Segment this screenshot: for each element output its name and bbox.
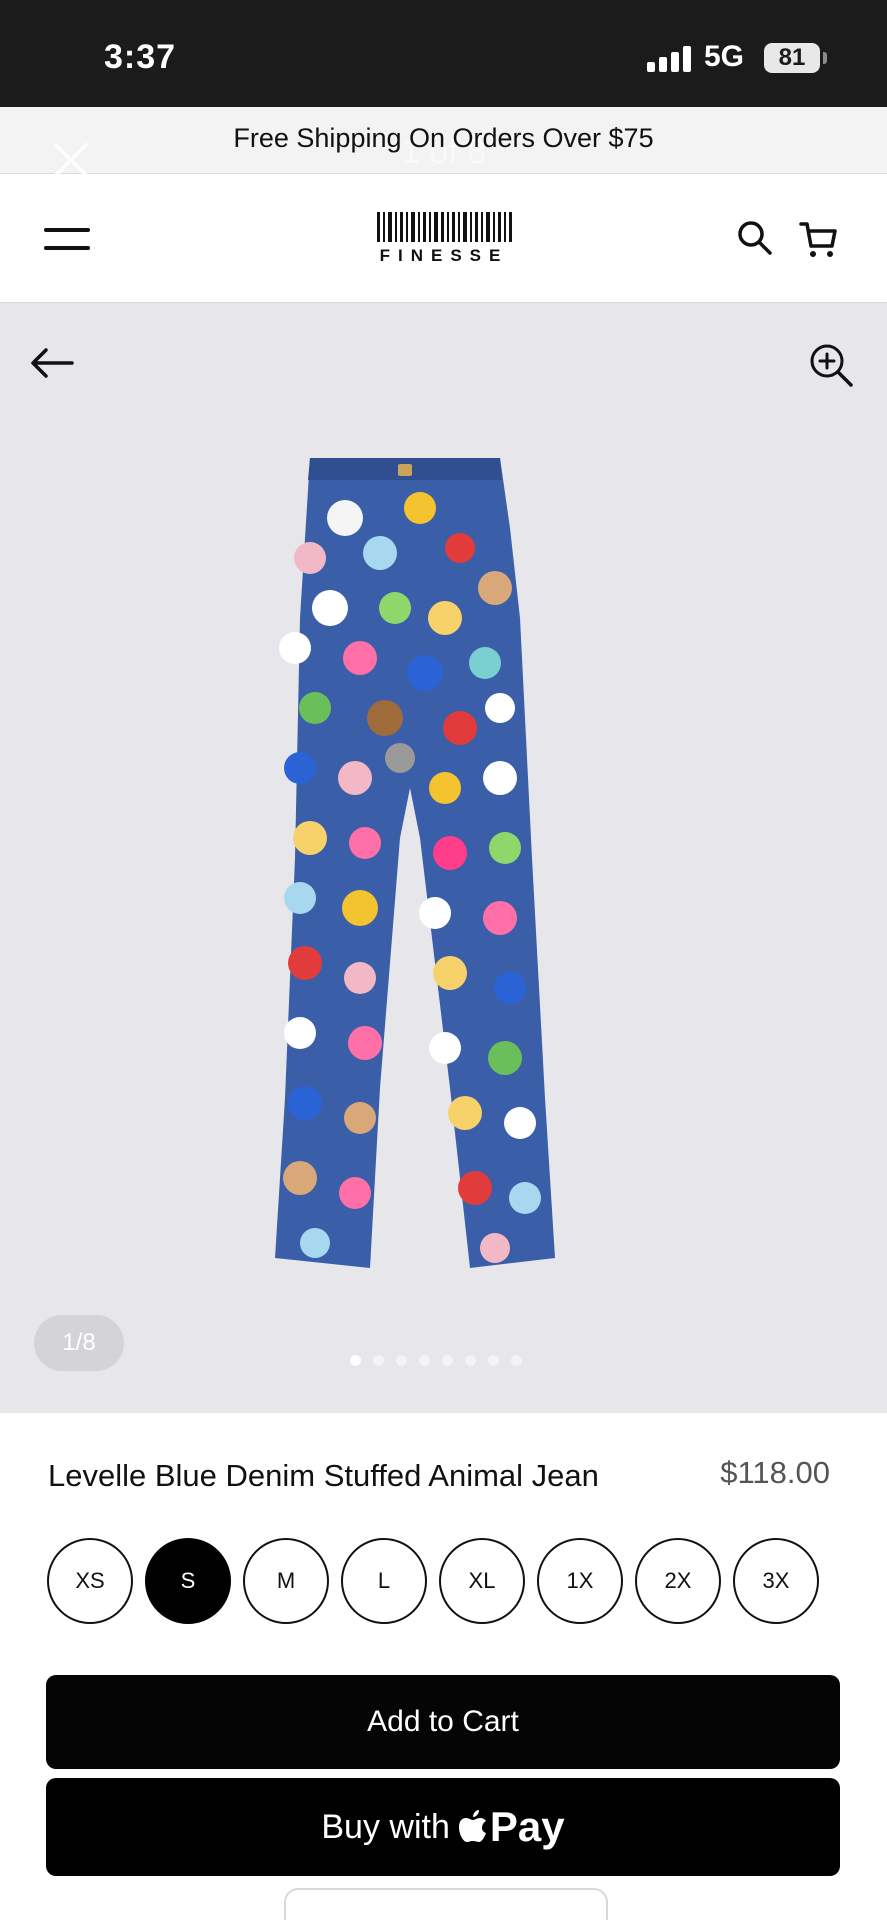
pay-label: Pay [489,1803,565,1850]
promo-text: Free Shipping On Orders Over $75 [233,123,654,153]
size-option-1x[interactable]: 1X [537,1538,623,1624]
product-price: $118.00 [720,1455,830,1490]
logo[interactable]: FINESSE [355,212,533,268]
size-option-l[interactable]: L [341,1538,427,1624]
cart-icon[interactable] [798,218,840,260]
image-counter: 1/8 [34,1315,124,1371]
size-selector: XS S M L XL 1X 2X 3X [47,1538,819,1624]
network-label: 5G [704,40,745,73]
status-bar: 3:37 5G 81 [0,0,887,107]
status-time: 3:37 [104,38,177,76]
product-image[interactable] [270,458,620,1288]
buy-with-label: Buy with [321,1807,450,1846]
apple-logo-icon [458,1810,486,1842]
carousel-dot[interactable] [511,1355,522,1366]
carousel-dot[interactable] [419,1355,430,1366]
signal-icon [647,46,693,72]
size-option-xl[interactable]: XL [439,1538,525,1624]
site-header: FINESSE [0,174,887,303]
carousel-dot[interactable] [350,1355,361,1366]
carousel-dot[interactable] [396,1355,407,1366]
product-title: Levelle Blue Denim Stuffed Animal Jean [48,1458,599,1493]
size-option-m[interactable]: M [243,1538,329,1624]
zoom-in-icon[interactable] [807,341,855,389]
logo-text: FINESSE [379,246,509,265]
carousel-dot[interactable] [442,1355,453,1366]
back-arrow-icon[interactable] [28,345,76,381]
battery-tip [823,52,827,64]
size-option-xs[interactable]: XS [47,1538,133,1624]
carousel-dots[interactable] [350,1355,522,1366]
promo-bar: 1 of 8 Free Shipping On Orders Over $75 [0,107,887,177]
carousel-dot[interactable] [488,1355,499,1366]
carousel-dot[interactable] [465,1355,476,1366]
battery-icon: 81 [764,43,820,73]
size-option-2x[interactable]: 2X [635,1538,721,1624]
add-to-cart-button[interactable]: Add to Cart [46,1675,840,1769]
size-option-s[interactable]: S [145,1538,231,1624]
product-gallery[interactable]: 1/8 [0,303,887,1413]
size-option-3x[interactable]: 3X [733,1538,819,1624]
carousel-dot[interactable] [373,1355,384,1366]
apple-pay-button[interactable]: Buy with Pay [46,1778,840,1876]
search-icon[interactable] [735,218,775,258]
bottom-sheet-handle [284,1888,608,1920]
menu-icon[interactable] [44,228,90,250]
barcode-logo-icon [355,212,533,242]
